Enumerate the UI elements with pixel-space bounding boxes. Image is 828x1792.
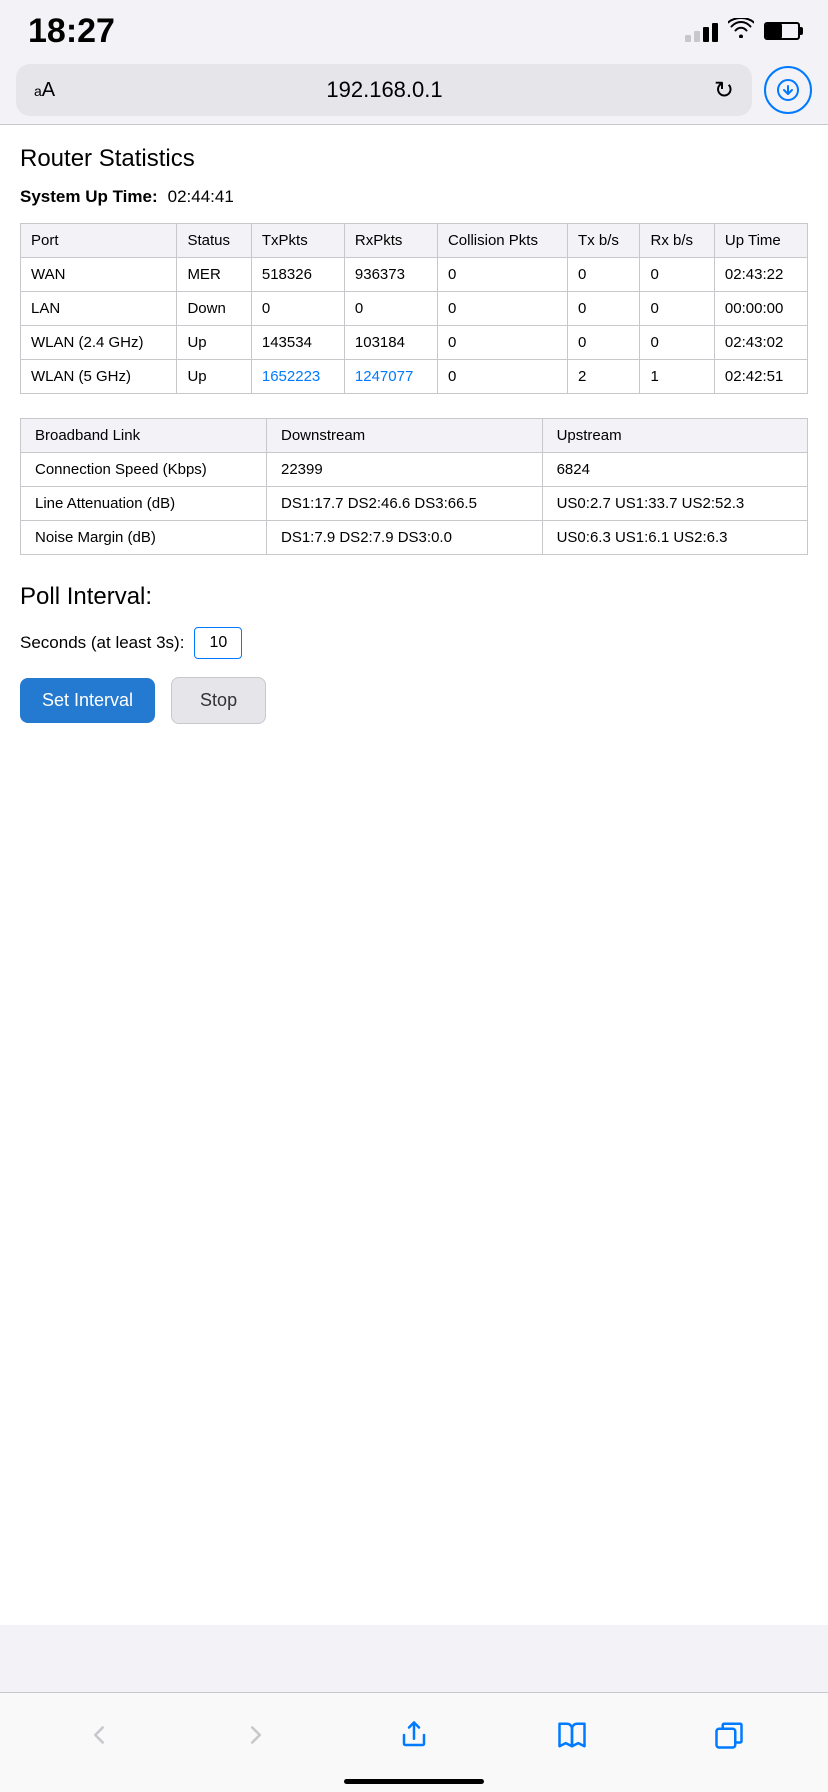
bb-table-cell: 6824: [542, 453, 807, 487]
col-txpkts: TxPkts: [251, 224, 344, 258]
ports-table-cell: 0: [568, 258, 640, 292]
ports-table-cell: 0: [568, 292, 640, 326]
poll-input[interactable]: [194, 627, 242, 659]
ports-table-row: WLAN (5 GHz)Up 1652223 1247077 02102:42:51: [21, 360, 808, 394]
poll-title: Poll Interval:: [20, 583, 808, 611]
ports-table-cell: 143534: [251, 326, 344, 360]
bb-col-downstream: Downstream: [266, 419, 542, 453]
uptime-row: System Up Time: 02:44:41: [20, 187, 808, 207]
main-content: Router Statistics System Up Time: 02:44:…: [0, 125, 828, 1625]
ports-table-row: WANMER51832693637300002:43:22: [21, 258, 808, 292]
broadband-table: Broadband Link Downstream Upstream Conne…: [20, 418, 808, 555]
uptime-value: 02:44:41: [168, 187, 234, 207]
bb-table-row: Noise Margin (dB)DS1:7.9 DS2:7.9 DS3:0.0…: [21, 521, 808, 555]
browser-toolbar: [0, 1692, 828, 1792]
ports-table-cell: 0: [344, 292, 437, 326]
ports-table-row: WLAN (2.4 GHz)Up14353410318400002:43:02: [21, 326, 808, 360]
ports-table-cell: WLAN (2.4 GHz): [21, 326, 177, 360]
ports-table-cell: 00:00:00: [714, 292, 807, 326]
stop-button[interactable]: Stop: [171, 677, 266, 724]
set-interval-button[interactable]: Set Interval: [20, 678, 155, 723]
forward-button[interactable]: [241, 1720, 271, 1750]
text-size-button[interactable]: aA: [34, 79, 55, 102]
bb-table-cell: DS1:7.9 DS2:7.9 DS3:0.0: [266, 521, 542, 555]
col-rxbs: Rx b/s: [640, 224, 714, 258]
ports-table-cell: 936373: [344, 258, 437, 292]
col-port: Port: [21, 224, 177, 258]
ports-table-cell: 02:42:51: [714, 360, 807, 394]
ports-table-cell: 0: [437, 258, 567, 292]
download-button[interactable]: [764, 66, 812, 114]
bb-table-cell: Noise Margin (dB): [21, 521, 267, 555]
btn-row: Set Interval Stop: [20, 677, 808, 724]
ports-table-cell: 0: [640, 292, 714, 326]
ports-table-cell: 1247077: [344, 360, 437, 394]
ports-table-cell: MER: [177, 258, 251, 292]
packet-link[interactable]: 1652223: [262, 368, 320, 385]
page-title: Router Statistics: [20, 145, 808, 173]
ports-table-cell: 0: [251, 292, 344, 326]
poll-label: Seconds (at least 3s):: [20, 633, 184, 653]
tabs-button[interactable]: [714, 1720, 744, 1750]
ports-table-cell: 02:43:02: [714, 326, 807, 360]
col-uptime: Up Time: [714, 224, 807, 258]
ports-table-cell: 103184: [344, 326, 437, 360]
ports-table-header-row: Port Status TxPkts RxPkts Collision Pkts…: [21, 224, 808, 258]
browser-bar: aA 192.168.0.1 ↻: [0, 56, 828, 124]
ports-table-cell: 0: [437, 292, 567, 326]
ports-table-cell: 0: [437, 326, 567, 360]
bb-table-cell: Connection Speed (Kbps): [21, 453, 267, 487]
signal-icon: [685, 20, 718, 42]
ports-table-cell: 02:43:22: [714, 258, 807, 292]
url-field[interactable]: 192.168.0.1: [55, 77, 714, 103]
ports-table-cell: Up: [177, 326, 251, 360]
col-status: Status: [177, 224, 251, 258]
col-rxpkts: RxPkts: [344, 224, 437, 258]
status-bar: 18:27: [0, 0, 828, 56]
ports-table-cell: 0: [640, 258, 714, 292]
home-indicator: [344, 1779, 484, 1784]
ports-table-row: LANDown0000000:00:00: [21, 292, 808, 326]
uptime-label: System Up Time:: [20, 187, 158, 207]
ports-table-cell: WLAN (5 GHz): [21, 360, 177, 394]
ports-table-cell: 2: [568, 360, 640, 394]
bb-table-cell: US0:2.7 US1:33.7 US2:52.3: [542, 487, 807, 521]
ports-table: Port Status TxPkts RxPkts Collision Pkts…: [20, 223, 808, 394]
ports-table-cell: 1: [640, 360, 714, 394]
bb-col-upstream: Upstream: [542, 419, 807, 453]
ports-table-cell: WAN: [21, 258, 177, 292]
bb-header-row: Broadband Link Downstream Upstream: [21, 419, 808, 453]
ports-table-cell: LAN: [21, 292, 177, 326]
poll-interval-section: Poll Interval: Seconds (at least 3s): Se…: [20, 583, 808, 724]
ports-table-cell: 0: [568, 326, 640, 360]
ports-table-cell: 0: [437, 360, 567, 394]
poll-row: Seconds (at least 3s):: [20, 627, 808, 659]
ports-table-cell: 1652223: [251, 360, 344, 394]
bb-table-cell: 22399: [266, 453, 542, 487]
battery-icon: [764, 22, 800, 40]
share-button[interactable]: [399, 1720, 429, 1750]
status-time: 18:27: [28, 12, 115, 51]
packet-link[interactable]: 1247077: [355, 368, 413, 385]
bookmarks-button[interactable]: [557, 1720, 587, 1750]
ports-table-cell: 0: [640, 326, 714, 360]
ports-table-cell: 518326: [251, 258, 344, 292]
refresh-button[interactable]: ↻: [714, 76, 734, 105]
status-icons: [685, 18, 800, 44]
url-bar[interactable]: aA 192.168.0.1 ↻: [16, 64, 752, 116]
bb-table-cell: Line Attenuation (dB): [21, 487, 267, 521]
bb-table-cell: DS1:17.7 DS2:46.6 DS3:66.5: [266, 487, 542, 521]
col-collision: Collision Pkts: [437, 224, 567, 258]
wifi-icon: [728, 18, 754, 44]
ports-table-cell: Up: [177, 360, 251, 394]
bb-table-row: Line Attenuation (dB)DS1:17.7 DS2:46.6 D…: [21, 487, 808, 521]
col-txbs: Tx b/s: [568, 224, 640, 258]
bb-table-row: Connection Speed (Kbps)223996824: [21, 453, 808, 487]
bb-col-link: Broadband Link: [21, 419, 267, 453]
bb-table-cell: US0:6.3 US1:6.1 US2:6.3: [542, 521, 807, 555]
ports-table-cell: Down: [177, 292, 251, 326]
back-button[interactable]: [84, 1720, 114, 1750]
